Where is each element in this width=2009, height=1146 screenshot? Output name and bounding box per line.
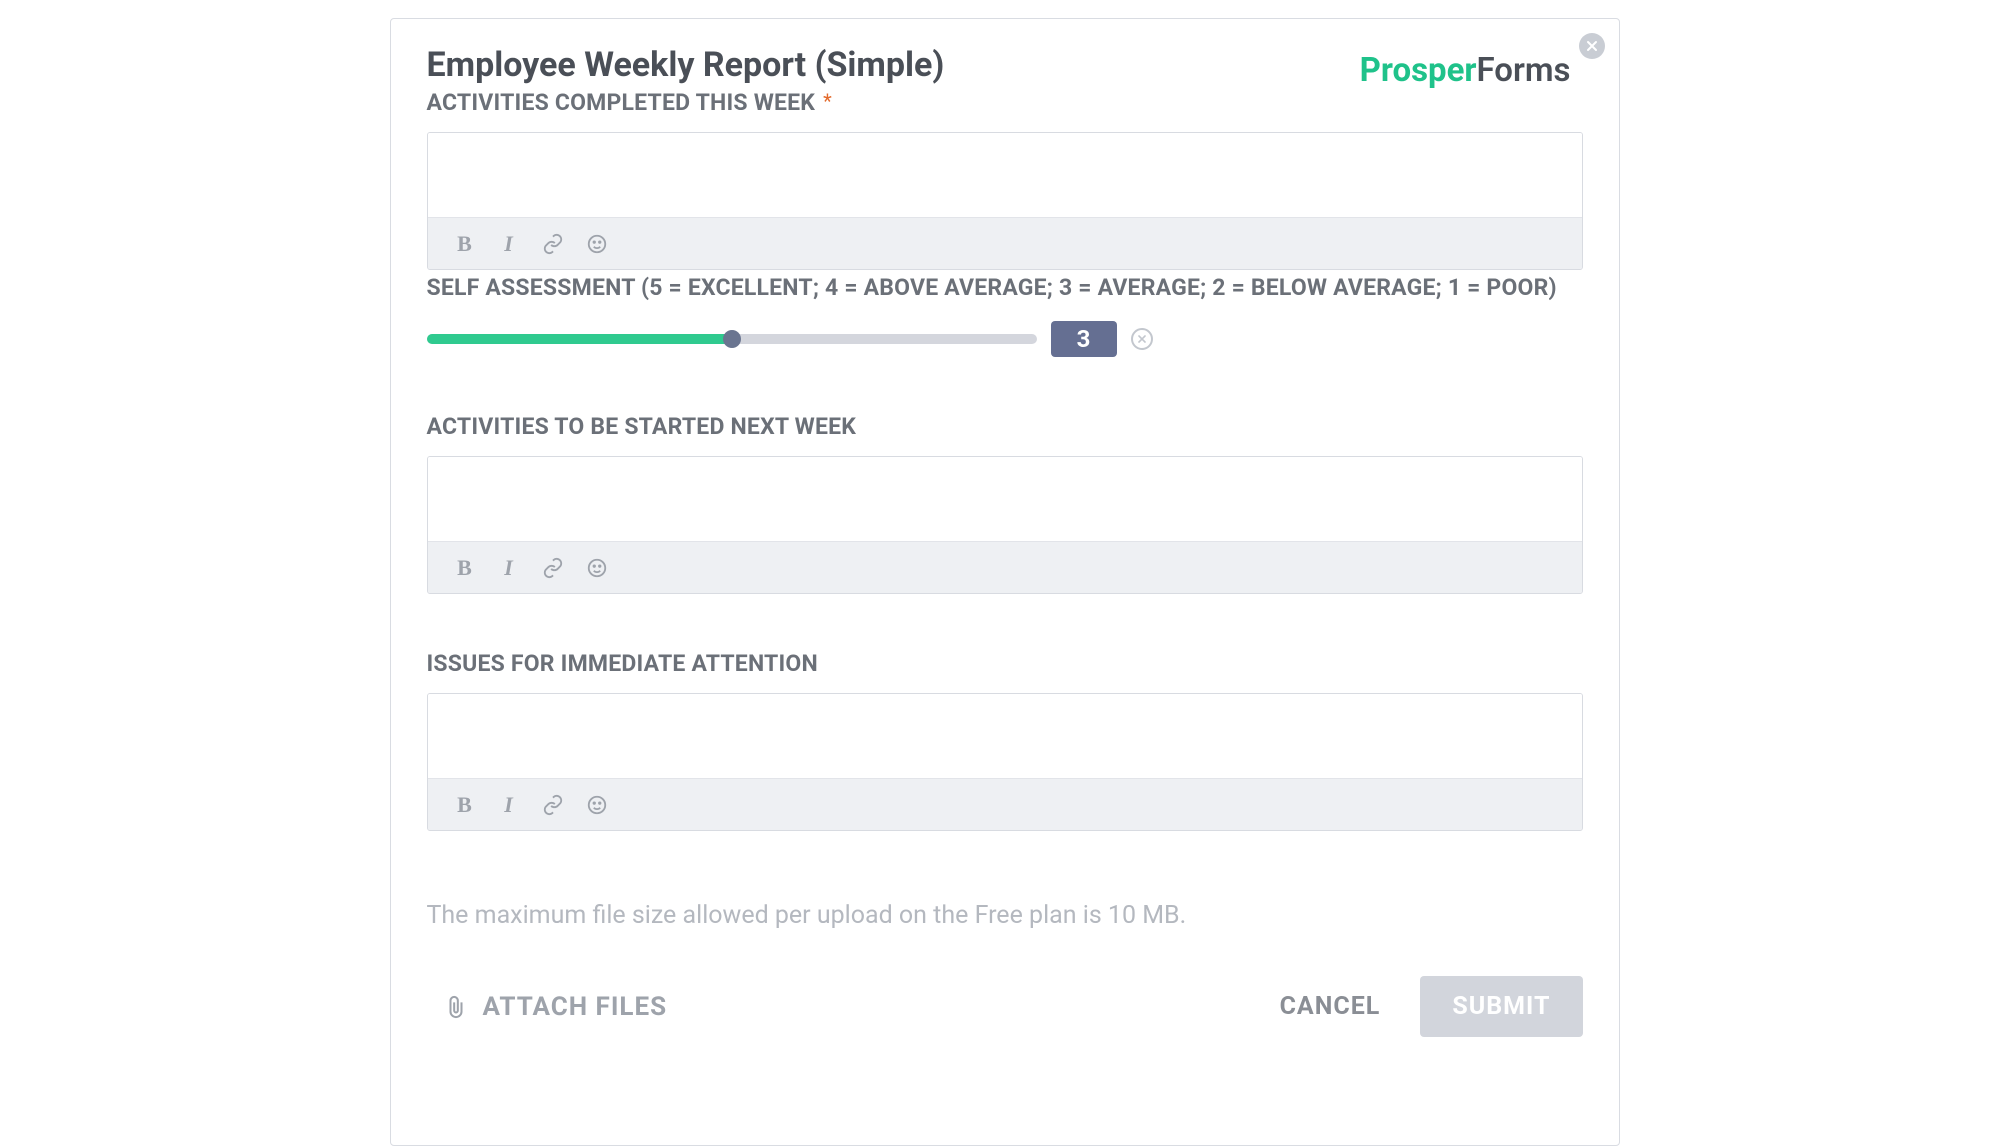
bold-button[interactable]: B	[452, 231, 478, 257]
field-label: SELF ASSESSMENT (5 = EXCELLENT; 4 = ABOV…	[427, 274, 1583, 301]
issues-input[interactable]	[428, 694, 1582, 774]
link-button[interactable]	[540, 231, 566, 257]
activities-completed-input[interactable]	[428, 133, 1582, 213]
self-assessment-slider[interactable]	[427, 334, 1037, 344]
clear-icon	[1137, 334, 1147, 344]
attach-files-button[interactable]: ATTACH FILES	[427, 992, 668, 1022]
emoji-icon	[586, 794, 608, 816]
emoji-icon	[586, 557, 608, 579]
field-activities-next: ACTIVITIES TO BE STARTED NEXT WEEK B I	[427, 413, 1583, 594]
field-activities-completed: ACTIVITIES COMPLETED THIS WEEK *	[427, 89, 945, 116]
link-button[interactable]	[540, 555, 566, 581]
editor-toolbar: B I	[428, 541, 1582, 593]
italic-button[interactable]: I	[496, 555, 522, 581]
emoji-button[interactable]	[584, 231, 610, 257]
file-size-note: The maximum file size allowed per upload…	[427, 901, 1583, 930]
brand-logo: ProsperForms	[1360, 51, 1571, 90]
editor-issues: B I	[427, 693, 1583, 831]
italic-button[interactable]: I	[496, 231, 522, 257]
editor-toolbar: B I	[428, 217, 1582, 269]
field-label: ISSUES FOR IMMEDIATE ATTENTION	[427, 650, 1583, 677]
required-indicator: *	[823, 89, 832, 113]
form-modal: Employee Weekly Report (Simple) ACTIVITI…	[390, 18, 1620, 1146]
bold-button[interactable]: B	[452, 792, 478, 818]
link-button[interactable]	[540, 792, 566, 818]
link-icon	[542, 233, 564, 255]
emoji-button[interactable]	[584, 555, 610, 581]
link-icon	[542, 557, 564, 579]
field-label: ACTIVITIES COMPLETED THIS WEEK	[427, 89, 816, 116]
brand-part2: Forms	[1477, 51, 1571, 90]
editor-activities-next: B I	[427, 456, 1583, 594]
form-title: Employee Weekly Report (Simple)	[427, 45, 945, 85]
submit-button[interactable]: SUBMIT	[1420, 976, 1582, 1037]
bold-button[interactable]: B	[452, 555, 478, 581]
editor-toolbar: B I	[428, 778, 1582, 830]
close-icon	[1586, 40, 1598, 52]
brand-part1: Prosper	[1360, 51, 1477, 90]
activities-next-input[interactable]	[428, 457, 1582, 537]
slider-fill	[427, 334, 732, 344]
attach-files-label: ATTACH FILES	[483, 992, 668, 1022]
field-label: ACTIVITIES TO BE STARTED NEXT WEEK	[427, 413, 1583, 440]
emoji-button[interactable]	[584, 792, 610, 818]
emoji-icon	[586, 233, 608, 255]
modal-footer: ATTACH FILES CANCEL SUBMIT	[427, 976, 1583, 1037]
slider-thumb[interactable]	[723, 330, 741, 348]
slider-value-badge: 3	[1051, 321, 1117, 357]
slider-row: 3	[427, 321, 1583, 357]
close-button[interactable]	[1579, 33, 1605, 59]
footer-actions: CANCEL SUBMIT	[1280, 976, 1583, 1037]
cancel-button[interactable]: CANCEL	[1280, 992, 1381, 1021]
modal-header: Employee Weekly Report (Simple) ACTIVITI…	[427, 45, 1583, 116]
paperclip-icon	[445, 994, 467, 1020]
field-issues: ISSUES FOR IMMEDIATE ATTENTION B I	[427, 650, 1583, 831]
editor-activities-completed: B I	[427, 132, 1583, 270]
link-icon	[542, 794, 564, 816]
slider-clear-button[interactable]	[1131, 328, 1153, 350]
italic-button[interactable]: I	[496, 792, 522, 818]
field-self-assessment: SELF ASSESSMENT (5 = EXCELLENT; 4 = ABOV…	[427, 274, 1583, 357]
